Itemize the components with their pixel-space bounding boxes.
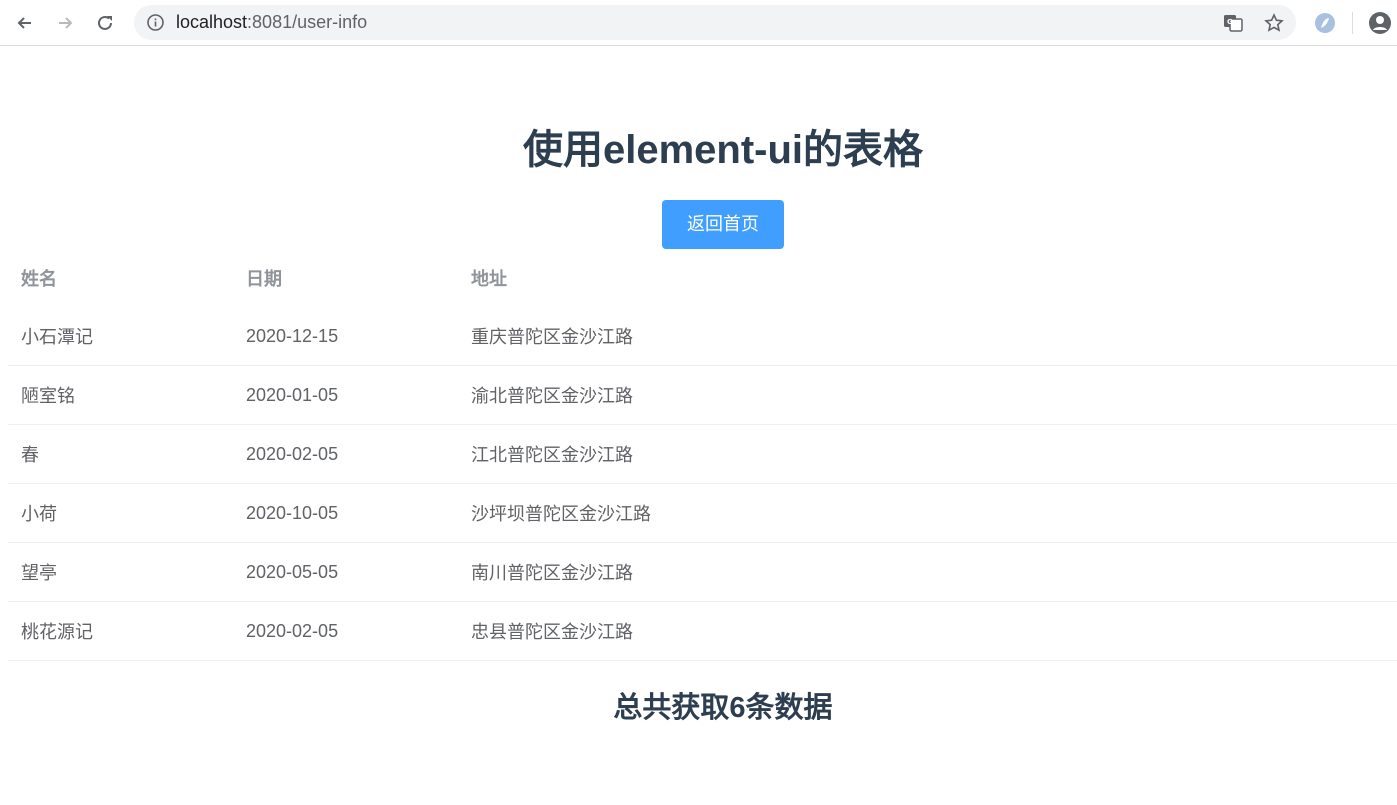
cell-address: 渝北普陀区金沙江路: [471, 386, 633, 406]
cell-address: 江北普陀区金沙江路: [471, 445, 633, 465]
cell-address: 忠县普陀区金沙江路: [471, 622, 633, 642]
table-row[interactable]: 桃花源记 2020-02-05 忠县普陀区金沙江路: [8, 602, 1397, 661]
extension-icon[interactable]: [1313, 11, 1337, 35]
cell-date: 2020-12-15: [246, 325, 339, 346]
total-count-text: 总共获取6条数据: [613, 692, 833, 724]
cell-name: 小荷: [21, 504, 57, 524]
back-icon[interactable]: [10, 8, 40, 38]
table-row[interactable]: 望亭 2020-05-05 南川普陀区金沙江路: [8, 543, 1397, 602]
url-host: localhost: [176, 12, 248, 32]
cell-address: 南川普陀区金沙江路: [471, 563, 633, 583]
cell-name: 桃花源记: [21, 622, 93, 642]
table-row[interactable]: 小荷 2020-10-05 沙坪坝普陀区金沙江路: [8, 484, 1397, 543]
url-path: :8081/user-info: [247, 12, 368, 32]
cell-address: 重庆普陀区金沙江路: [471, 327, 633, 347]
cell-date: 2020-05-05: [246, 561, 339, 582]
user-table: 姓名 日期 地址 小石潭记 2020-12-15 重庆普陀区金沙江路 陋室铭 2…: [8, 248, 1397, 661]
cell-date: 2020-02-05: [246, 620, 339, 641]
cell-date: 2020-10-05: [246, 502, 339, 523]
profile-icon[interactable]: [1368, 11, 1392, 35]
cell-name: 望亭: [21, 563, 57, 583]
table-header-row: 姓名 日期 地址: [8, 248, 1397, 307]
column-header-name[interactable]: 姓名: [21, 248, 57, 307]
table-row[interactable]: 陋室铭 2020-01-05 渝北普陀区金沙江路: [8, 366, 1397, 425]
back-home-button[interactable]: 返回首页: [662, 200, 784, 249]
cell-name: 小石潭记: [21, 327, 93, 347]
table-row[interactable]: 春 2020-02-05 江北普陀区金沙江路: [8, 425, 1397, 484]
column-header-date[interactable]: 日期: [246, 248, 282, 307]
cell-date: 2020-01-05: [246, 384, 339, 405]
forward-icon[interactable]: [50, 8, 80, 38]
table-row[interactable]: 小石潭记 2020-12-15 重庆普陀区金沙江路: [8, 307, 1397, 366]
browser-toolbar: localhost:8081/user-info G: [0, 0, 1397, 46]
translate-icon[interactable]: G: [1222, 12, 1244, 34]
svg-text:G: G: [1227, 18, 1233, 26]
page-title: 使用element-ui的表格: [522, 128, 924, 172]
cell-address: 沙坪坝普陀区金沙江路: [471, 504, 651, 524]
column-header-address[interactable]: 地址: [471, 248, 507, 307]
url-text[interactable]: localhost:8081/user-info: [176, 12, 367, 33]
address-bar[interactable]: localhost:8081/user-info G: [134, 5, 1296, 40]
cell-date: 2020-02-05: [246, 443, 339, 464]
reload-icon[interactable]: [90, 8, 120, 38]
cell-name: 春: [21, 445, 39, 465]
cell-name: 陋室铭: [21, 386, 75, 406]
info-icon[interactable]: [146, 13, 165, 32]
star-icon[interactable]: [1263, 12, 1285, 34]
toolbar-separator: [1352, 12, 1353, 34]
